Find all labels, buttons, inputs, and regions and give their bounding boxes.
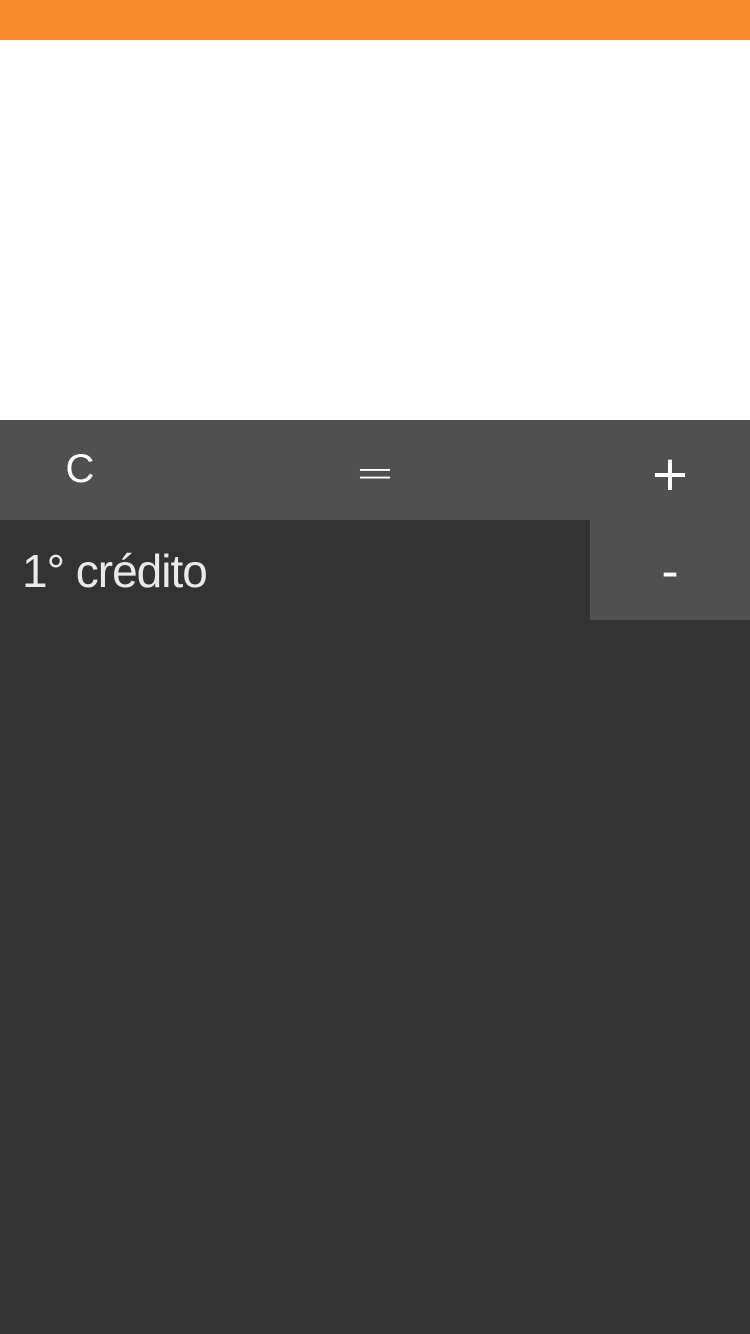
credit-entry-label: 1° crédito [22,545,208,597]
credit-entry-row[interactable]: 1° crédito [0,520,590,620]
result-display [0,40,750,420]
entries-list-area [0,620,750,1334]
remove-credit-button[interactable]: - [590,520,750,620]
add-credit-button[interactable]: + [590,420,750,520]
toolbar: C = + [0,420,750,520]
equals-button[interactable]: = [300,420,450,520]
status-bar [0,0,750,40]
clear-button[interactable]: C [0,420,160,520]
